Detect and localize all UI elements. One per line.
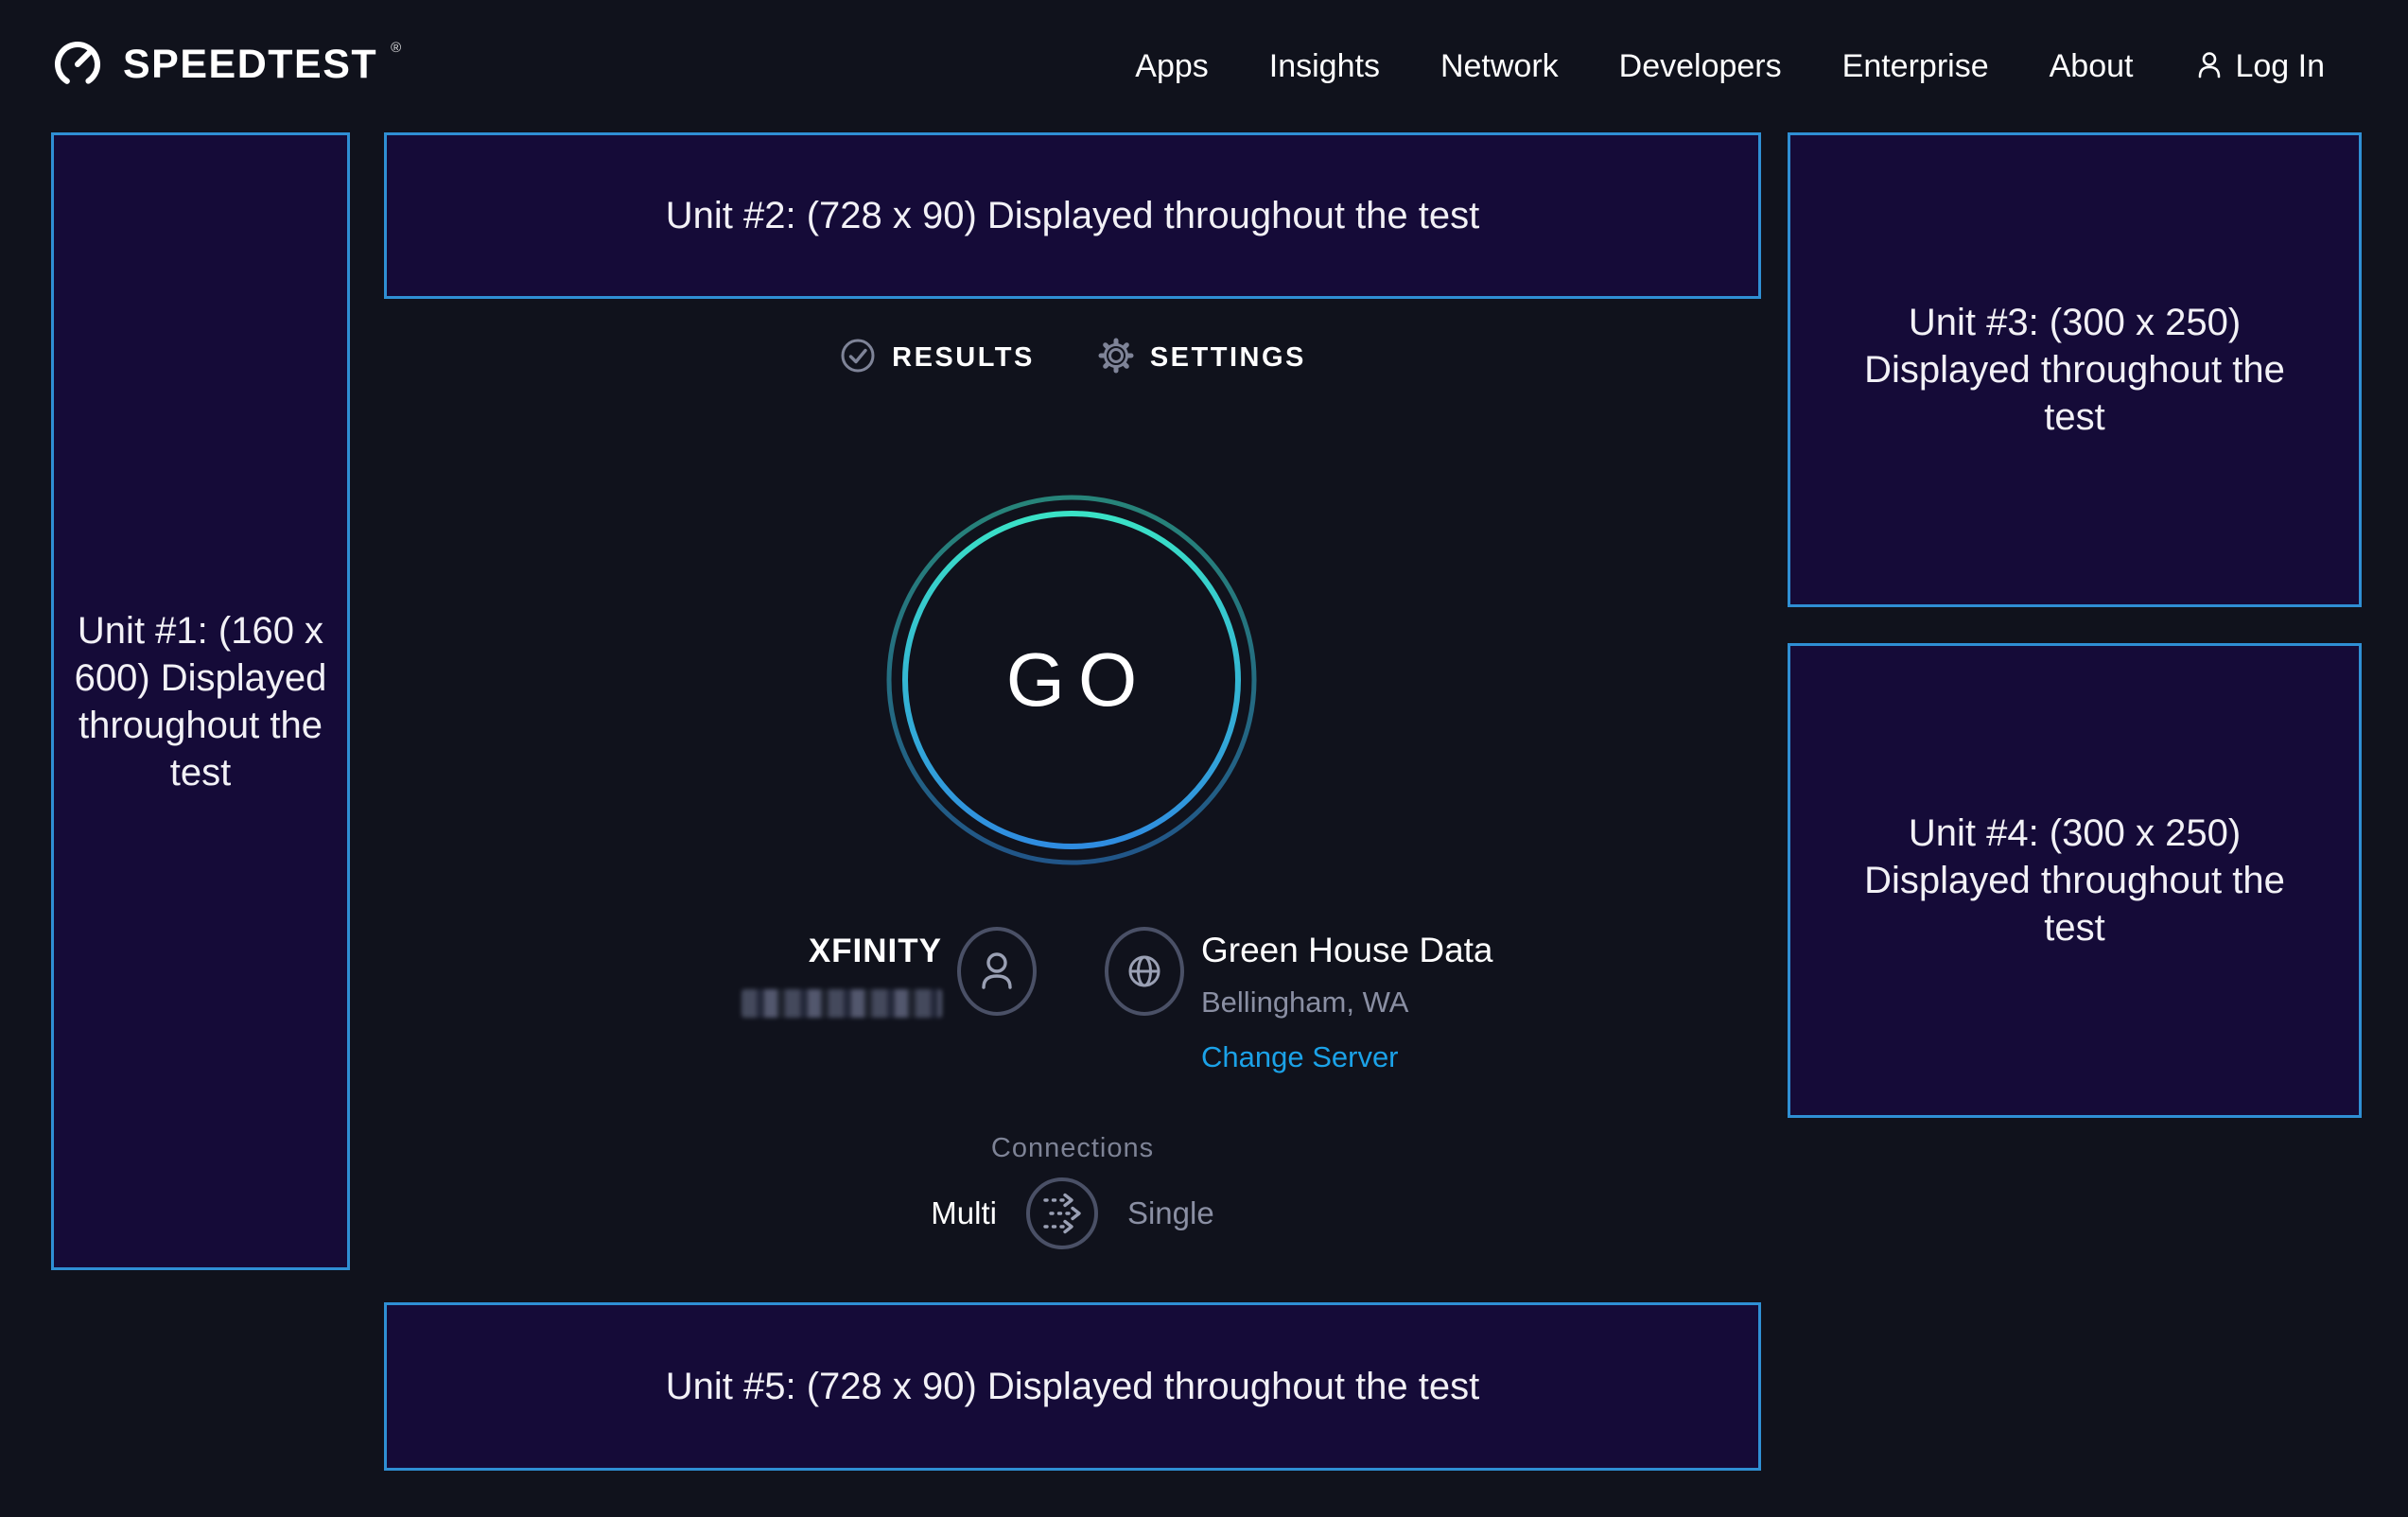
tab-results[interactable]: RESULTS xyxy=(839,337,1035,379)
ad-unit-5[interactable]: Unit #5: (728 x 90) Displayed throughout… xyxy=(384,1302,1761,1471)
isp-user-icon xyxy=(957,927,1037,1016)
connections-row: Multi Single xyxy=(384,1177,1761,1250)
login-label: Log In xyxy=(2235,48,2325,85)
header: SPEEDTEST ® Apps Insights Network Develo… xyxy=(0,0,2408,132)
server-globe-icon xyxy=(1105,927,1184,1016)
speedtest-logo[interactable]: SPEEDTEST ® xyxy=(51,38,407,96)
main-nav: Apps Insights Network Developers Enterpr… xyxy=(1135,48,2325,85)
isp-block: XFINITY xyxy=(742,933,942,1018)
ad-unit-4[interactable]: Unit #4: (300 x 250) Displayed throughou… xyxy=(1788,643,2362,1118)
gear-icon xyxy=(1097,337,1135,379)
ad-unit-1-label: Unit #1: (160 x 600) Displayed throughou… xyxy=(67,607,334,796)
change-server-link[interactable]: Change Server xyxy=(1201,1040,1399,1074)
nav-item-enterprise[interactable]: Enterprise xyxy=(1842,48,1989,85)
nav-item-developers[interactable]: Developers xyxy=(1619,48,1782,85)
gauge-icon xyxy=(51,38,104,96)
connections-label: Connections xyxy=(384,1133,1761,1164)
ad-unit-2-label: Unit #2: (728 x 90) Displayed throughout… xyxy=(666,192,1480,239)
ad-unit-3[interactable]: Unit #3: (300 x 250) Displayed throughou… xyxy=(1788,132,2362,607)
go-label: GO xyxy=(873,481,1270,879)
server-block: Green House Data Bellingham, WA Change S… xyxy=(1201,931,1493,1074)
user-icon xyxy=(2193,48,2225,85)
logo-text: SPEEDTEST xyxy=(123,38,377,91)
speedtest-page: SPEEDTEST ® Apps Insights Network Develo… xyxy=(0,0,2408,1517)
ad-unit-5-label: Unit #5: (728 x 90) Displayed throughout… xyxy=(666,1363,1480,1410)
isp-name: XFINITY xyxy=(809,933,942,970)
logo-trademark: ® xyxy=(391,40,401,56)
check-circle-icon xyxy=(839,337,877,379)
connections-option-multi[interactable]: Multi xyxy=(931,1195,997,1231)
tab-results-label: RESULTS xyxy=(892,342,1035,374)
go-button[interactable]: GO xyxy=(873,481,1270,879)
login-button[interactable]: Log In xyxy=(2193,48,2325,85)
server-name: Green House Data xyxy=(1201,931,1493,970)
server-location: Bellingham, WA xyxy=(1201,985,1408,1020)
nav-item-network[interactable]: Network xyxy=(1440,48,1559,85)
nav-item-insights[interactable]: Insights xyxy=(1269,48,1380,85)
test-tabs: RESULTS xyxy=(384,337,1761,379)
connection-mode-toggle-icon[interactable] xyxy=(1025,1177,1099,1250)
tab-settings[interactable]: SETTINGS xyxy=(1097,337,1306,379)
ad-unit-2[interactable]: Unit #2: (728 x 90) Displayed throughout… xyxy=(384,132,1761,299)
nav-item-apps[interactable]: Apps xyxy=(1135,48,1209,85)
ad-unit-3-label: Unit #3: (300 x 250) Displayed throughou… xyxy=(1829,299,2321,441)
ad-unit-4-label: Unit #4: (300 x 250) Displayed throughou… xyxy=(1829,810,2321,951)
ip-address-redacted xyxy=(742,989,942,1018)
ad-unit-1[interactable]: Unit #1: (160 x 600) Displayed throughou… xyxy=(51,132,350,1270)
tab-settings-label: SETTINGS xyxy=(1150,342,1306,374)
nav-item-about[interactable]: About xyxy=(2050,48,2134,85)
connections-option-single[interactable]: Single xyxy=(1127,1195,1214,1231)
